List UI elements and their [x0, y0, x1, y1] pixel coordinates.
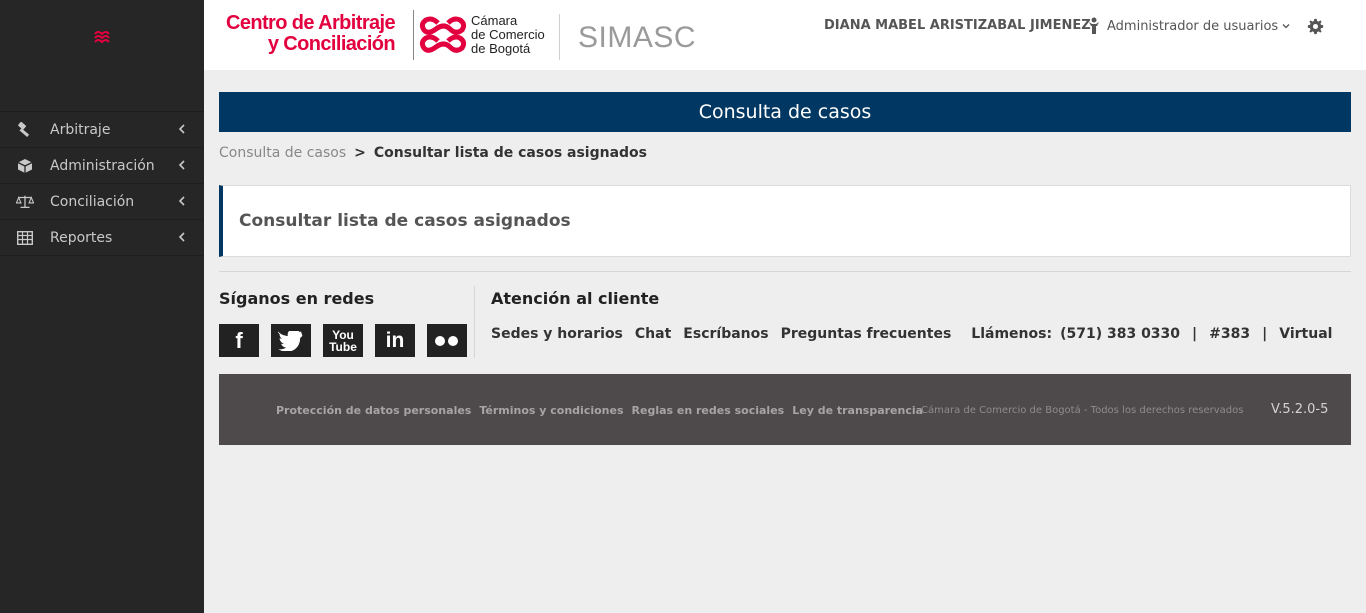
sidebar-item-label: Administración [50, 157, 155, 174]
separator: | [1192, 326, 1198, 342]
social-links: f You Tube in [219, 324, 467, 357]
flickr-dots [435, 335, 458, 346]
sidebar-item-label: Arbitraje [50, 121, 111, 138]
user-name: DIANA MABEL ARISTIZABAL JIMENEZ [824, 18, 1091, 33]
ccb-logo-icon[interactable] [93, 30, 111, 46]
role-label: Administrador de usuarios [1107, 18, 1279, 34]
gear-icon[interactable] [1307, 18, 1324, 35]
breadcrumb-link-consulta[interactable]: Consulta de casos [219, 145, 346, 161]
divider [219, 271, 1351, 272]
divider [413, 10, 414, 60]
ccb-line3: de Bogotá [471, 41, 531, 56]
linkedin-icon[interactable]: in [375, 324, 415, 357]
twitter-bird [278, 330, 303, 351]
footer-links: Protección de datos personales Términos … [276, 404, 931, 417]
link-virtual[interactable]: Virtual [1279, 326, 1332, 342]
breadcrumb-current: Consultar lista de casos asignados [373, 145, 648, 161]
sidebar: Arbitraje Administración Conciliación Re… [0, 0, 204, 613]
chevron-down-icon [1282, 24, 1290, 29]
divider [474, 286, 475, 358]
role-dropdown[interactable]: Administrador de usuarios [1088, 17, 1290, 35]
chevron-left-icon [178, 196, 185, 206]
phone-number: (571) 383 0330 [1060, 326, 1181, 342]
app-name: SIMASC [578, 21, 697, 54]
sidebar-item-conciliacion[interactable]: Conciliación [0, 184, 204, 220]
chevron-left-icon [178, 160, 185, 170]
footer-link-terminos[interactable]: Términos y condiciones [479, 404, 623, 417]
youtube-bottom: Tube [329, 339, 357, 354]
attention-links: Sedes y horarios Chat Escríbanos Pregunt… [491, 326, 1344, 342]
attention-title: Atención al cliente [491, 289, 660, 308]
sidebar-item-label: Reportes [50, 229, 113, 246]
brand-line1: Centro de Arbitraje [226, 12, 396, 34]
footer: Protección de datos personales Términos … [219, 374, 1351, 445]
call-label: Llámenos: [971, 326, 1053, 342]
youtube-icon[interactable]: You Tube [323, 324, 363, 357]
breadcrumb-separator: > [354, 145, 366, 161]
social-title: Síganos en redes [219, 289, 375, 308]
chevron-left-icon [178, 124, 185, 134]
table-icon [16, 229, 34, 247]
brand-line2: y Conciliación [267, 33, 396, 55]
content-panel: Consultar lista de casos asignados [219, 185, 1351, 257]
twitter-icon[interactable] [271, 324, 311, 357]
divider [559, 14, 560, 60]
user-icon [1089, 17, 1099, 34]
link-sedes-horarios[interactable]: Sedes y horarios [491, 326, 623, 342]
panel-title: Consultar lista de casos asignados [239, 211, 571, 231]
ccb-line2: de Comercio [471, 27, 545, 42]
sidebar-item-label: Conciliación [50, 193, 135, 210]
cube-icon [16, 157, 34, 175]
linkedin-glyph: in [385, 328, 405, 352]
footer-copyright: Cámara de Comercio de Bogotá - Todos los… [921, 405, 1244, 416]
footer-link-reglas-redes[interactable]: Reglas en redes sociales [632, 404, 785, 417]
sidebar-item-reportes[interactable]: Reportes [0, 220, 204, 256]
flickr-icon[interactable] [427, 324, 467, 357]
gavel-icon [16, 121, 34, 139]
link-chat[interactable]: Chat [635, 326, 671, 342]
link-escribanos[interactable]: Escríbanos [683, 326, 768, 342]
sidebar-nav: Arbitraje Administración Conciliación Re… [0, 111, 204, 256]
chevron-left-icon [178, 232, 185, 242]
sidebar-item-administracion[interactable]: Administración [0, 148, 204, 184]
link-preguntas-frecuentes[interactable]: Preguntas frecuentes [781, 326, 952, 342]
app-version: V.5.2.0-5 [1271, 402, 1329, 417]
breadcrumb: Consulta de casos > Consultar lista de c… [219, 145, 647, 161]
facebook-icon[interactable]: f [219, 324, 259, 357]
page-title: Consulta de casos [698, 101, 872, 123]
footer-link-transparencia[interactable]: Ley de transparencia [792, 404, 923, 417]
page-title-bar: Consulta de casos [219, 92, 1351, 132]
ccb-line1: Cámara [471, 13, 518, 28]
top-header: Centro de Arbitraje y Conciliación Cámar… [204, 0, 1366, 70]
separator: | [1262, 326, 1268, 342]
youtube-top: You [332, 327, 354, 342]
footer-link-proteccion-datos[interactable]: Protección de datos personales [276, 404, 471, 417]
ccb-logo-icon [419, 16, 467, 53]
sidebar-item-arbitraje[interactable]: Arbitraje [0, 112, 204, 148]
brand-logo-text[interactable]: Centro de Arbitraje y Conciliación [226, 12, 396, 55]
facebook-glyph: f [235, 327, 243, 353]
short-code: #383 [1209, 326, 1251, 342]
ccb-logo-text: Cámara de Comercio de Bogotá [471, 14, 545, 56]
balance-scale-icon [16, 193, 34, 211]
